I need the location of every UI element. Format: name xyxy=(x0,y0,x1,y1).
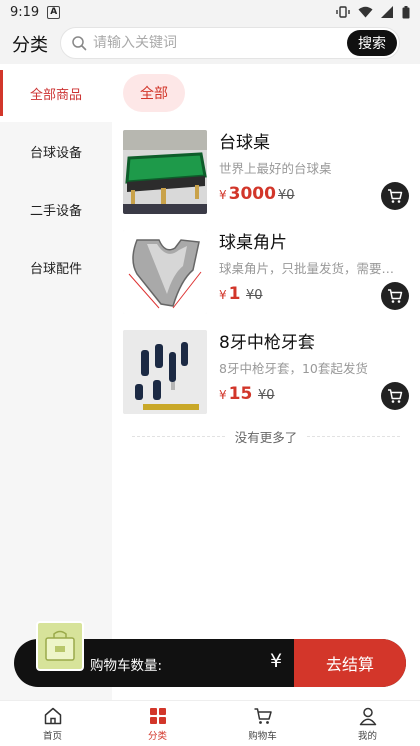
tab-label: 购物车 xyxy=(248,730,277,742)
bottom-tab-bar: 首页 分类 购物车 我的 xyxy=(0,700,420,746)
tab-label: 分类 xyxy=(147,730,167,742)
cart-icon xyxy=(254,707,272,724)
sidebar-item-all-products[interactable]: 全部商品 xyxy=(0,64,112,122)
app-notification-icon: A xyxy=(47,5,61,19)
search-icon xyxy=(72,36,87,51)
product-price: ¥3000 xyxy=(219,184,276,204)
cart-bar: 购物车数量: ¥ 去结算 xyxy=(14,621,406,687)
status-bar: 9:19 A xyxy=(0,0,420,24)
product-list-panel: 全部 台球桌 世界上最好的台球桌 ¥3000 ¥0 球桌角片 球桌角片，只批量发… xyxy=(112,64,420,700)
sidebar-item-billiard-equipment[interactable]: 台球设备 xyxy=(0,122,112,180)
tab-category[interactable]: 分类 xyxy=(105,701,210,746)
product-item[interactable]: 台球桌 世界上最好的台球桌 ¥3000 ¥0 xyxy=(112,120,420,216)
product-price: ¥15 xyxy=(219,384,252,404)
signal-icon xyxy=(381,6,393,18)
original-price: ¥0 xyxy=(258,388,275,403)
cart-icon xyxy=(388,289,403,303)
sidebar-item-billiard-accessories[interactable]: 台球配件 xyxy=(0,238,112,296)
top-header: 分类 搜索 xyxy=(0,24,420,64)
shopping-bag-icon[interactable] xyxy=(36,621,84,671)
page-title: 分类 xyxy=(12,35,48,56)
category-sidebar: 全部商品 台球设备 二手设备 台球配件 xyxy=(0,64,112,700)
price-amount: 3000 xyxy=(228,184,276,204)
add-to-cart-button[interactable] xyxy=(381,182,409,210)
search-input[interactable] xyxy=(93,35,293,51)
no-more-text: 没有更多了 xyxy=(122,426,410,446)
search-bar[interactable]: 搜索 xyxy=(60,27,400,59)
price-amount: 1 xyxy=(228,284,241,304)
home-icon xyxy=(44,707,61,724)
currency-symbol: ¥ xyxy=(219,388,227,402)
product-name: 8牙中枪牙套 xyxy=(219,333,315,353)
add-to-cart-button[interactable] xyxy=(381,282,409,310)
battery-icon xyxy=(402,5,410,18)
tab-label: 首页 xyxy=(42,730,62,742)
cart-icon xyxy=(388,389,403,403)
wifi-icon xyxy=(358,6,373,18)
cart-icon xyxy=(388,189,403,203)
category-icon xyxy=(149,707,166,724)
product-item[interactable]: 8牙中枪牙套 8牙中枪牙套，10套起发货 ¥15 ¥0 xyxy=(112,320,420,416)
tab-cart[interactable]: 购物车 xyxy=(210,701,315,746)
product-description: 世界上最好的台球桌 xyxy=(219,161,332,176)
product-image[interactable] xyxy=(123,230,207,314)
product-price: ¥1 xyxy=(219,284,240,304)
search-button[interactable]: 搜索 xyxy=(347,30,397,56)
add-to-cart-button[interactable] xyxy=(381,382,409,410)
filter-chip-all[interactable]: 全部 xyxy=(123,74,185,112)
vibrate-icon xyxy=(336,6,350,18)
cart-count-label: 购物车数量: xyxy=(90,658,163,674)
user-icon xyxy=(359,707,376,725)
original-price: ¥0 xyxy=(278,188,295,203)
price-amount: 15 xyxy=(228,384,253,404)
product-image[interactable] xyxy=(123,330,207,414)
tab-home[interactable]: 首页 xyxy=(0,701,105,746)
product-name: 台球桌 xyxy=(219,133,270,153)
checkout-button[interactable]: 去结算 xyxy=(294,639,406,687)
cart-total: ¥ xyxy=(270,650,283,672)
tab-profile[interactable]: 我的 xyxy=(315,701,420,746)
product-image[interactable] xyxy=(123,130,207,214)
currency-symbol: ¥ xyxy=(219,288,227,302)
tab-label: 我的 xyxy=(357,730,377,742)
product-description: 球桌角片，只批量发货，需要… xyxy=(219,261,395,276)
original-price: ¥0 xyxy=(246,288,263,303)
product-name: 球桌角片 xyxy=(219,233,287,253)
status-time: 9:19 xyxy=(10,4,40,20)
currency-symbol: ¥ xyxy=(219,188,227,202)
product-description: 8牙中枪牙套，10套起发货 xyxy=(219,361,368,376)
product-item[interactable]: 球桌角片 球桌角片，只批量发货，需要… ¥1 ¥0 xyxy=(112,220,420,316)
sidebar-item-used-equipment[interactable]: 二手设备 xyxy=(0,180,112,238)
